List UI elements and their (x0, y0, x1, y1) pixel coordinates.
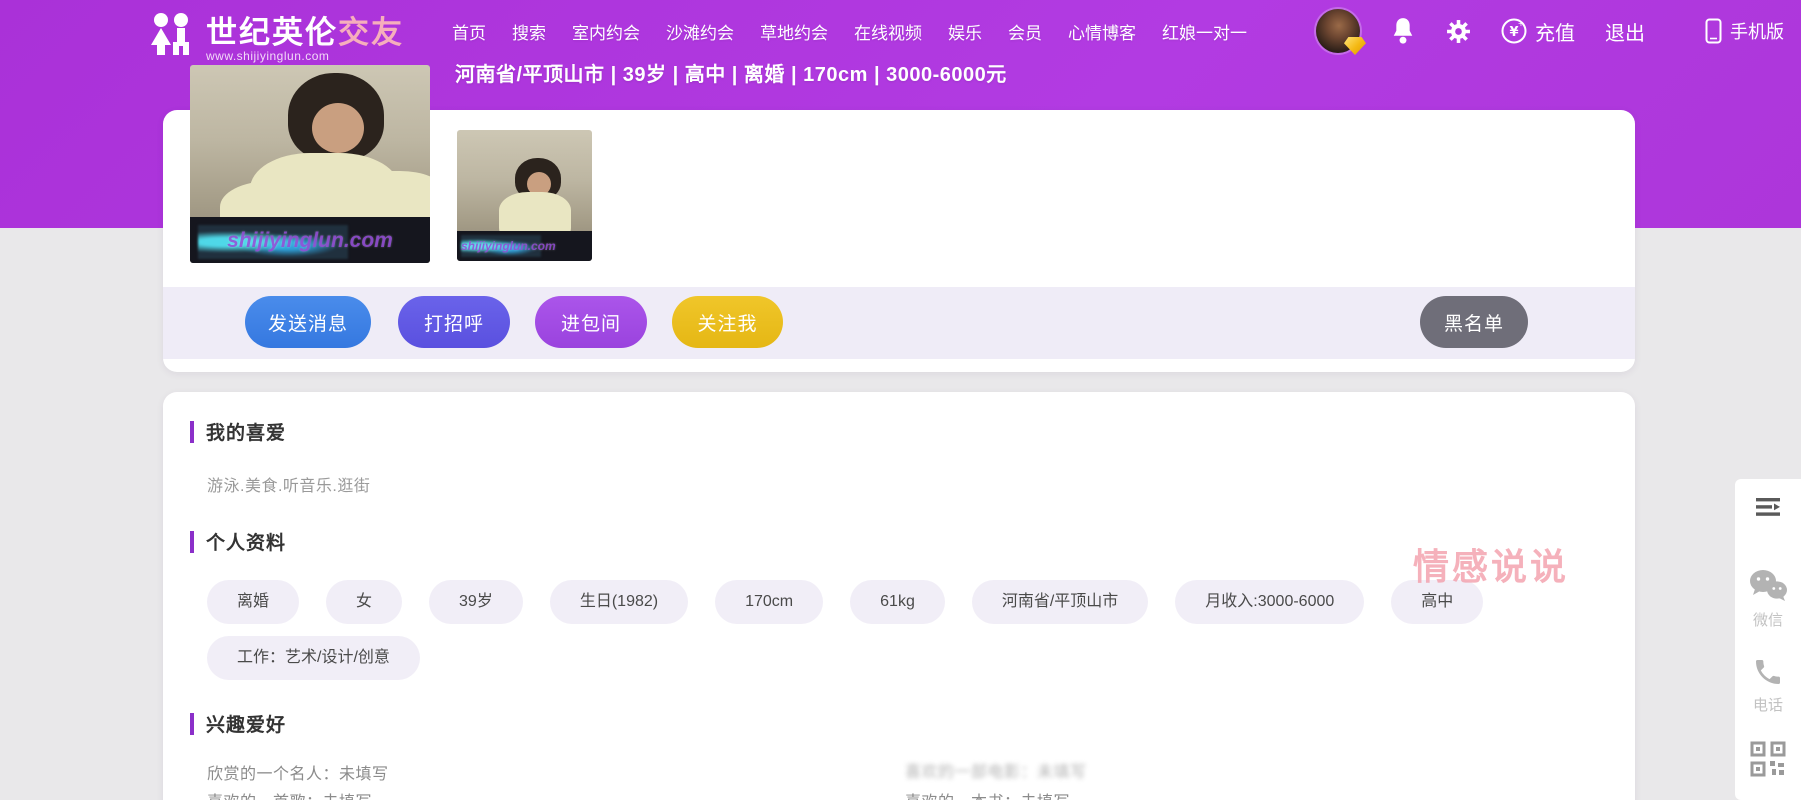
thumb-watermark: shijiyinglun.com (461, 239, 556, 253)
nav-item[interactable]: 红娘一对一 (1162, 19, 1247, 44)
profile-tag: 生日(1982) (549, 580, 689, 624)
user-avatar[interactable] (1316, 9, 1366, 55)
nav-item[interactable]: 草地约会 (760, 19, 828, 44)
interests-title-text: 兴趣爱好 (206, 715, 287, 736)
interest-movie-blurred: 喜欢的一部电影：未填写 (905, 764, 1087, 781)
svg-text:+: + (1518, 19, 1525, 28)
photo-figure-face (312, 103, 364, 153)
wechat-label: 微信 (1752, 612, 1783, 629)
side-menu-button[interactable] (1755, 497, 1781, 517)
floating-side-panel: 微信 电话 (1735, 479, 1801, 800)
phone-contact[interactable]: 电话 (1752, 656, 1784, 715)
phone-label: 电话 (1752, 697, 1783, 714)
qr-code-icon (1750, 741, 1786, 777)
gear-icon (1447, 19, 1470, 43)
blacklist-button[interactable]: 黑名单 (1420, 296, 1528, 348)
profile-photo-main[interactable]: shijiyinglun.com (190, 65, 430, 263)
hamburger-menu-icon (1756, 498, 1780, 516)
notifications-button[interactable] (1390, 17, 1416, 45)
recharge-label: 充值 (1535, 22, 1575, 45)
nav-item[interactable]: 娱乐 (948, 19, 982, 44)
recharge-button[interactable]: ¥ + 充值 (1501, 17, 1575, 46)
enter-room-button[interactable]: 进包间 (535, 296, 647, 348)
site-logo[interactable]: 世纪英伦交友 www.shijiyinglun.com (146, 7, 404, 63)
personal-tags-row1: 离婚 女 39岁 生日(1982) 170cm 61kg 河南省/平顶山市 月收… (207, 580, 1484, 624)
logo-text-block: 世纪英伦交友 www.shijiyinglun.com (206, 7, 404, 63)
personal-title-text: 个人资料 (206, 533, 287, 554)
section-bar (190, 420, 194, 443)
profile-tag: 170cm (715, 580, 824, 624)
nav-item[interactable]: 会员 (1008, 19, 1042, 44)
coin-yuan-icon: ¥ + (1501, 18, 1527, 44)
profile-tag: 工作：艺术/设计/创意 (207, 636, 420, 680)
interest-celebrity: 欣赏的一个名人：未填写 (207, 766, 389, 783)
interest-book: 喜欢的一本书：未填写 (905, 788, 1070, 800)
section-bar (190, 530, 194, 553)
profile-tag: 离婚 (207, 580, 300, 624)
profile-photo-thumbnail[interactable]: shijiyinglun.com (457, 130, 592, 261)
wechat-contact[interactable]: 微信 (1748, 569, 1788, 630)
favorites-content: 游泳.美食.听音乐.逛街 (207, 478, 371, 495)
settings-button[interactable] (1446, 19, 1471, 44)
send-message-button[interactable]: 发送消息 (245, 296, 371, 348)
main-nav: 首页 搜索 室内约会 沙滩约会 草地约会 在线视频 娱乐 会员 心情博客 红娘一… (452, 0, 1247, 62)
nav-item[interactable]: 沙滩约会 (666, 19, 734, 44)
logo-text-accent: 交友 (338, 15, 404, 50)
wechat-icon (1750, 570, 1787, 601)
section-bar (190, 712, 194, 735)
section-interests-title: 兴趣爱好 (190, 710, 286, 737)
page-watermark: 情感说说 (1413, 546, 1570, 587)
nav-item[interactable]: 室内约会 (572, 19, 640, 44)
profile-tag: 河南省/平顶山市 (971, 580, 1149, 624)
profile-details-card: 我的喜爱 游泳.美食.听音乐.逛街 个人资料 离婚 女 39岁 生日(1982)… (163, 392, 1635, 800)
profile-tag: 女 (326, 580, 403, 624)
interest-song: 喜欢的一首歌：未填写 (207, 788, 372, 800)
nav-item[interactable]: 心情博客 (1068, 19, 1136, 44)
photo-watermark: shijiyinglun.com (227, 229, 393, 252)
phone-icon (1756, 660, 1780, 684)
action-strip (163, 287, 1635, 359)
nav-item[interactable]: 首页 (452, 19, 486, 44)
personal-tags-row2: 工作：艺术/设计/创意 (207, 636, 420, 680)
section-personal-title: 个人资料 (190, 528, 286, 555)
logout-button[interactable]: 退出 (1605, 17, 1645, 46)
profile-tag: 月收入:3000-6000 (1175, 580, 1365, 624)
vip-gem-icon (1344, 37, 1366, 55)
follow-me-button[interactable]: 关注我 (672, 296, 783, 348)
favorites-title-text: 我的喜爱 (206, 423, 287, 444)
profile-summary: 河南省/平顶山市 | 39岁 | 高中 | 离婚 | 170cm | 3000-… (455, 64, 1007, 86)
greet-button[interactable]: 打招呼 (398, 296, 510, 348)
couple-logo-icon (151, 13, 189, 55)
header-right: ¥ + 充值 退出 手机版 (1316, 0, 1784, 62)
logo-text-main: 世纪英伦 (206, 15, 338, 50)
nav-item[interactable]: 在线视频 (854, 19, 922, 44)
mobile-version-label: 手机版 (1730, 22, 1784, 42)
profile-tag: 39岁 (429, 580, 523, 624)
mobile-version-button[interactable]: 手机版 (1705, 18, 1784, 44)
smartphone-icon (1705, 18, 1722, 44)
section-favorites-title: 我的喜爱 (190, 418, 286, 445)
profile-tag: 61kg (850, 580, 945, 624)
nav-item[interactable]: 搜索 (512, 19, 546, 44)
bell-icon (1393, 18, 1413, 44)
header: 世纪英伦交友 www.shijiyinglun.com 首页 搜索 室内约会 沙… (0, 0, 1801, 63)
qr-code-button[interactable] (1750, 741, 1786, 777)
